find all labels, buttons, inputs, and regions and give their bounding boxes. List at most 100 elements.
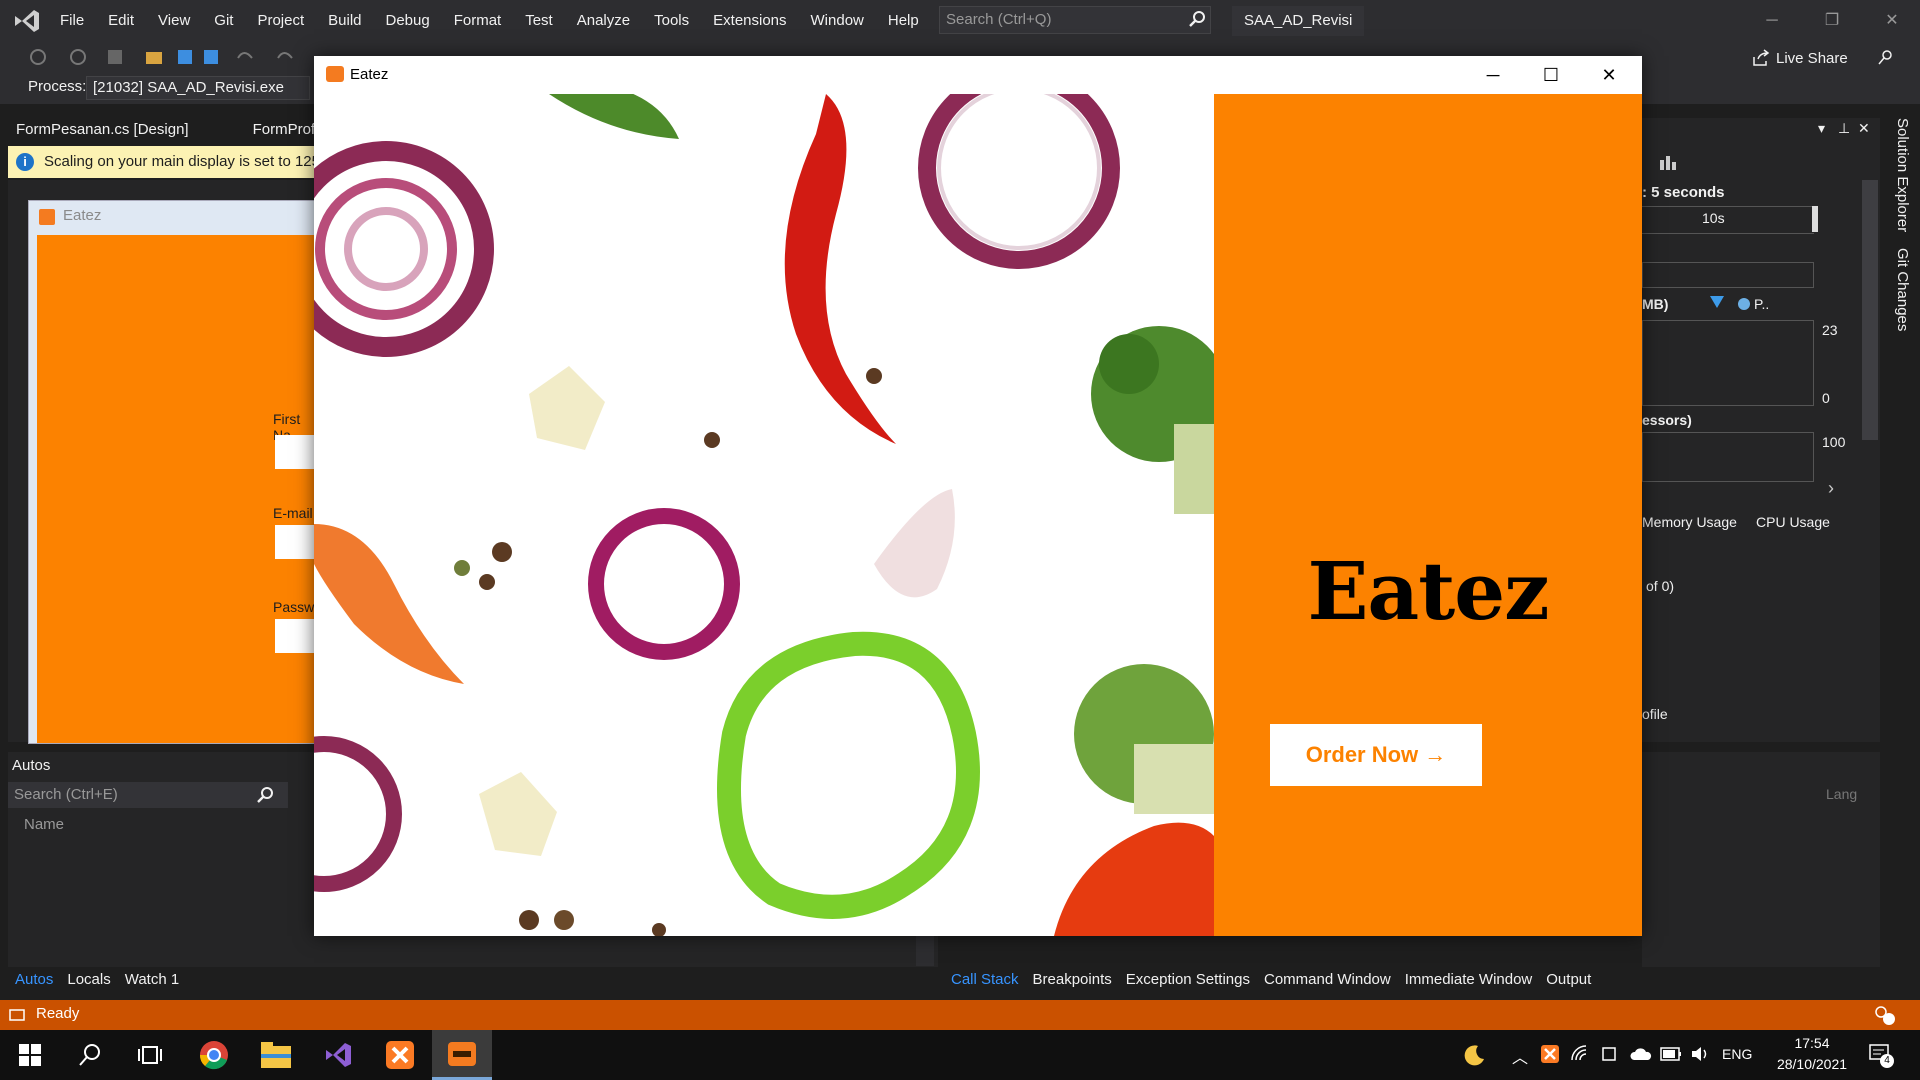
- menu-test[interactable]: Test: [513, 0, 565, 42]
- garlic-clove: [874, 489, 955, 598]
- xampp-icon: [386, 1041, 414, 1069]
- toolbar-icons-left[interactable]: [28, 46, 328, 68]
- autos-search-icon[interactable]: [256, 786, 274, 804]
- eatez-window[interactable]: Eatez ─ ☐ ✕ Eatez Order Now →: [314, 56, 1642, 936]
- private-bytes-legend: P..: [1754, 296, 1770, 312]
- onedrive-cloud-icon[interactable]: [1630, 1046, 1652, 1062]
- live-share-label: Live Share: [1776, 49, 1848, 67]
- tab-autos[interactable]: Autos: [8, 966, 60, 994]
- call-stack-panel: [1642, 752, 1880, 967]
- timeline-handle[interactable]: [1812, 206, 1818, 232]
- tab-output[interactable]: Output: [1539, 966, 1598, 994]
- basil-leaf: [549, 94, 679, 139]
- vs-close-icon[interactable]: ✕: [1872, 8, 1912, 34]
- search-icon[interactable]: [1188, 10, 1206, 28]
- chrome-taskbar-button[interactable]: [184, 1030, 244, 1080]
- debug-tabs-right: Call Stack Breakpoints Exception Setting…: [944, 966, 1598, 994]
- autos-search-input[interactable]: Search (Ctrl+E): [8, 782, 288, 808]
- eatez-window-icon: [326, 66, 344, 82]
- eatez-taskbar-button[interactable]: [432, 1030, 492, 1080]
- xampp-taskbar-button[interactable]: [370, 1030, 430, 1080]
- notifications-icon[interactable]: [1872, 1004, 1896, 1026]
- memory-usage-tab[interactable]: Memory Usage: [1642, 514, 1737, 530]
- tab-command-window[interactable]: Command Window: [1257, 966, 1398, 994]
- profile-link[interactable]: ofile: [1642, 706, 1668, 722]
- diagnostics-settings-icon[interactable]: [1658, 152, 1678, 172]
- solution-explorer-tab[interactable]: Solution Explorer: [1894, 118, 1911, 232]
- cpu-usage-tab[interactable]: CPU Usage: [1756, 514, 1830, 530]
- process-label: Process:: [28, 78, 87, 95]
- git-changes-tab[interactable]: Git Changes: [1894, 248, 1911, 331]
- menu-edit[interactable]: Edit: [96, 0, 146, 42]
- feedback-icon[interactable]: [1876, 48, 1894, 66]
- vs-restore-icon[interactable]: ❐: [1812, 8, 1852, 34]
- tab-exception-settings[interactable]: Exception Settings: [1119, 966, 1257, 994]
- timeline-tick: 10s: [1702, 210, 1725, 226]
- clock-date[interactable]: 28/10/2021: [1764, 1056, 1860, 1072]
- pin-icon[interactable]: ⊥: [1838, 120, 1850, 137]
- designer-form[interactable]: Eatez First Na E-mail Passwo: [28, 200, 335, 744]
- task-view-icon[interactable]: [138, 1043, 162, 1067]
- menu-tools[interactable]: Tools: [642, 0, 701, 42]
- action-center-button[interactable]: 4: [1868, 1042, 1894, 1068]
- tab-call-stack[interactable]: Call Stack: [944, 966, 1026, 994]
- eatez-maximize-icon[interactable]: ☐: [1522, 56, 1580, 94]
- eatez-close-icon[interactable]: ✕: [1580, 56, 1638, 94]
- diag-scrollbar[interactable]: [1862, 180, 1878, 440]
- vs-search-input[interactable]: Search (Ctrl+Q): [939, 6, 1211, 34]
- clock-time[interactable]: 17:54: [1772, 1035, 1852, 1051]
- autos-name-column[interactable]: Name: [24, 816, 64, 833]
- visual-studio-taskbar-button[interactable]: [308, 1030, 368, 1080]
- file-explorer-taskbar-button[interactable]: [246, 1030, 306, 1080]
- document-tabs: FormPesanan.cs [Design] FormProfil...: [8, 116, 342, 144]
- eatez-minimize-icon[interactable]: ─: [1464, 56, 1522, 94]
- menu-file[interactable]: File: [48, 0, 96, 42]
- eatez-titlebar[interactable]: Eatez ─ ☐ ✕: [314, 56, 1642, 94]
- tab-breakpoints[interactable]: Breakpoints: [1026, 966, 1119, 994]
- wifi-icon[interactable]: [1570, 1044, 1590, 1064]
- tab-locals[interactable]: Locals: [60, 966, 117, 994]
- designer-form-title: Eatez: [63, 207, 102, 224]
- panel-dropdown-icon[interactable]: ▾: [1818, 120, 1825, 137]
- carrot: [314, 524, 464, 684]
- tab-formpesanan-design[interactable]: FormPesanan.cs [Design]: [8, 116, 197, 144]
- menu-extensions[interactable]: Extensions: [701, 0, 798, 42]
- vs-minimize-icon[interactable]: ─: [1752, 8, 1792, 34]
- meet-now-icon[interactable]: [1600, 1044, 1620, 1064]
- menu-view[interactable]: View: [146, 0, 202, 42]
- tab-watch-1[interactable]: Watch 1: [118, 966, 186, 994]
- windows-start-icon[interactable]: [18, 1043, 42, 1067]
- eatez-window-title: Eatez: [350, 66, 389, 83]
- timeline-ruler[interactable]: [1642, 206, 1814, 234]
- memory-min: 0: [1822, 390, 1830, 406]
- green-pepper-ring: [717, 631, 980, 919]
- menu-build[interactable]: Build: [316, 0, 373, 42]
- menu-git[interactable]: Git: [202, 0, 245, 42]
- volume-icon[interactable]: [1690, 1045, 1712, 1063]
- panel-close-icon[interactable]: ✕: [1858, 120, 1870, 137]
- autos-scrollbar[interactable]: [916, 936, 934, 966]
- show-hidden-icons-icon[interactable]: ︿: [1512, 1044, 1528, 1068]
- taskbar-search-icon[interactable]: [78, 1043, 102, 1067]
- scroll-right-icon[interactable]: ›: [1828, 478, 1834, 499]
- visual-studio-logo-icon[interactable]: [12, 6, 42, 36]
- session-duration: : 5 seconds: [1642, 184, 1725, 201]
- menu-help[interactable]: Help: [876, 0, 931, 42]
- xampp-tray-icon[interactable]: [1540, 1044, 1560, 1064]
- tab-immediate-window[interactable]: Immediate Window: [1398, 966, 1540, 994]
- menu-analyze[interactable]: Analyze: [565, 0, 642, 42]
- chrome-icon: [199, 1041, 228, 1070]
- live-share-button[interactable]: Live Share: [1752, 46, 1848, 70]
- menu-project[interactable]: Project: [245, 0, 316, 42]
- order-now-button[interactable]: Order Now →: [1270, 724, 1482, 786]
- menu-window[interactable]: Window: [799, 0, 876, 42]
- eatez-form-icon: [39, 209, 55, 225]
- process-dropdown[interactable]: [21032] SAA_AD_Revisi.exe: [86, 76, 310, 100]
- info-icon: i: [16, 153, 34, 171]
- input-language[interactable]: ENG: [1722, 1046, 1752, 1062]
- battery-icon[interactable]: [1660, 1047, 1682, 1061]
- language-column[interactable]: Lang: [1826, 786, 1857, 802]
- menu-format[interactable]: Format: [442, 0, 514, 42]
- menu-debug[interactable]: Debug: [374, 0, 442, 42]
- weather-moon-icon[interactable]: [1462, 1043, 1486, 1067]
